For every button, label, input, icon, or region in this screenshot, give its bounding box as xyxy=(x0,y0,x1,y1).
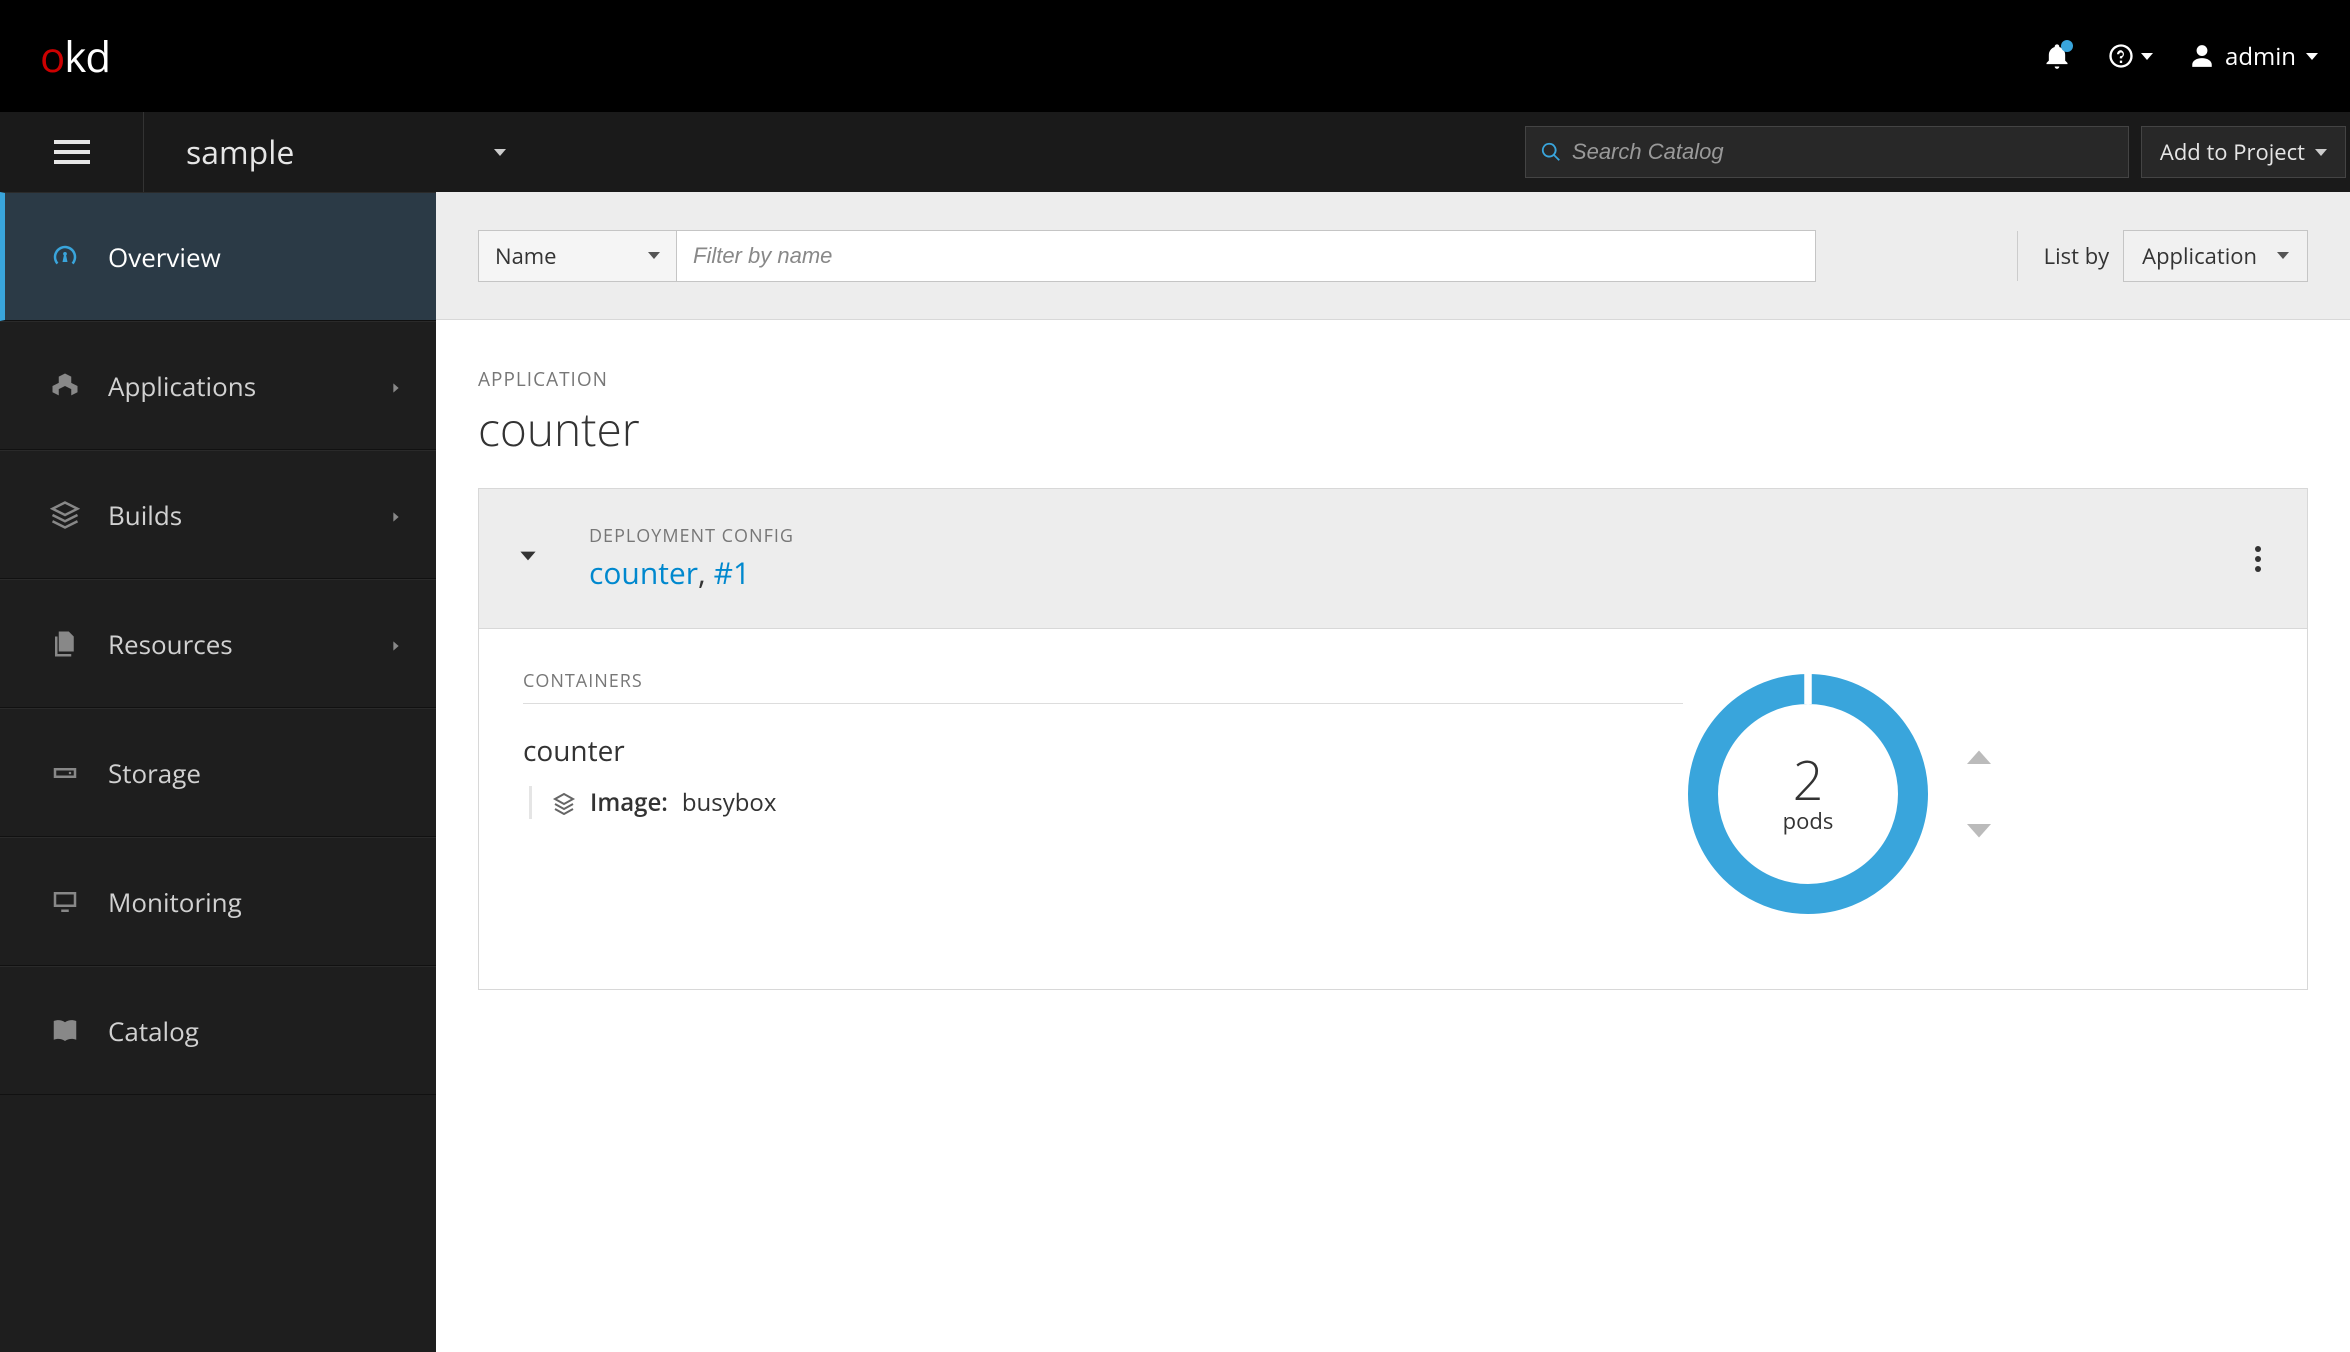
image-value: busybox xyxy=(682,786,777,819)
search-catalog[interactable] xyxy=(1525,126,2129,178)
chevron-right-icon xyxy=(388,368,404,404)
scale-up-button[interactable] xyxy=(1961,740,1997,776)
pod-donut[interactable]: 2 pods xyxy=(1683,669,1933,919)
main-content: Name List by Application APPLICATION cou… xyxy=(436,192,2350,1352)
hdd-icon xyxy=(50,758,80,788)
sidebar-item-label: Monitoring xyxy=(108,884,242,920)
chevron-down-icon xyxy=(648,252,660,259)
chevron-down-icon xyxy=(494,149,506,156)
monitor-icon xyxy=(50,887,80,917)
listby-label: List by xyxy=(2044,241,2110,271)
listby-value: Application xyxy=(2142,241,2257,271)
files-icon xyxy=(50,629,80,659)
filter-toolbar: Name List by Application xyxy=(436,192,2350,320)
deployment-card-header: DEPLOYMENT CONFIG counter, #1 xyxy=(479,489,2307,629)
chevron-down-icon xyxy=(2315,149,2327,156)
deployment-kicker: DEPLOYMENT CONFIG xyxy=(589,524,794,548)
sidebar: Overview Applications Builds Resources S… xyxy=(0,192,436,1352)
sidebar-item-catalog[interactable]: Catalog xyxy=(0,966,436,1095)
brand-logo[interactable]: okd xyxy=(40,28,110,85)
logo-letters-kd: kd xyxy=(64,28,110,85)
masthead-right: admin xyxy=(2043,40,2318,73)
help-menu[interactable] xyxy=(2107,42,2153,70)
image-row: Image: busybox xyxy=(529,786,1683,819)
containers-heading: CONTAINERS xyxy=(523,669,1683,704)
chevron-down-icon xyxy=(515,543,541,569)
image-label: Image: xyxy=(590,786,668,819)
chevron-down-icon xyxy=(2277,252,2289,259)
sidebar-item-label: Applications xyxy=(108,368,256,404)
add-to-project-button[interactable]: Add to Project xyxy=(2141,126,2346,178)
sidebar-item-storage[interactable]: Storage xyxy=(0,708,436,837)
hamburger-icon xyxy=(54,140,90,164)
username-label: admin xyxy=(2225,40,2296,73)
user-icon xyxy=(2189,43,2215,69)
logo-letter-o: o xyxy=(40,28,64,85)
sidebar-item-label: Resources xyxy=(108,626,233,662)
search-catalog-input[interactable] xyxy=(1572,139,2114,165)
sidebar-item-label: Builds xyxy=(108,497,182,533)
deployment-version-link[interactable]: #1 xyxy=(714,552,751,593)
project-selector[interactable]: sample xyxy=(144,131,506,174)
sidebar-item-label: Storage xyxy=(108,755,201,791)
scale-down-button[interactable] xyxy=(1961,812,1997,848)
book-icon xyxy=(50,1016,80,1046)
chevron-right-icon xyxy=(388,497,404,533)
sidebar-item-applications[interactable]: Applications xyxy=(0,321,436,450)
deployment-card: DEPLOYMENT CONFIG counter, #1 CONTAINERS… xyxy=(478,488,2308,990)
add-to-project-label: Add to Project xyxy=(2160,137,2305,167)
layers-icon xyxy=(50,500,80,530)
user-menu[interactable]: admin xyxy=(2189,40,2318,73)
divider xyxy=(2017,231,2018,281)
sidebar-item-label: Catalog xyxy=(108,1013,199,1049)
pod-label: pods xyxy=(1783,806,1834,836)
help-icon xyxy=(2107,42,2135,70)
chevron-right-icon xyxy=(388,626,404,662)
deployment-name-link[interactable]: counter xyxy=(589,552,698,593)
sidebar-item-monitoring[interactable]: Monitoring xyxy=(0,837,436,966)
pod-count: 2 xyxy=(1793,752,1824,806)
app-kicker: APPLICATION xyxy=(478,366,2308,392)
notifications-button[interactable] xyxy=(2043,42,2071,70)
filter-input[interactable] xyxy=(676,230,1816,282)
cubes-icon xyxy=(50,371,80,401)
chevron-down-icon xyxy=(2141,53,2153,60)
listby-select[interactable]: Application xyxy=(2123,230,2308,282)
project-name-label: sample xyxy=(186,131,294,174)
sidebar-toggle[interactable] xyxy=(0,112,144,192)
container-name: counter xyxy=(523,732,1683,770)
filter-type-label: Name xyxy=(495,241,557,271)
chevron-down-icon xyxy=(2306,53,2318,60)
deployment-title: counter, #1 xyxy=(589,552,794,593)
collapse-toggle[interactable] xyxy=(515,543,541,574)
project-bar: sample Add to Project xyxy=(0,112,2350,192)
dashboard-icon xyxy=(50,242,80,272)
app-name: counter xyxy=(478,398,2308,460)
notification-dot xyxy=(2061,40,2073,52)
image-layers-icon xyxy=(552,791,576,815)
sidebar-item-overview[interactable]: Overview xyxy=(0,192,436,321)
sidebar-item-resources[interactable]: Resources xyxy=(0,579,436,708)
masthead: okd admin xyxy=(0,0,2350,112)
sidebar-item-builds[interactable]: Builds xyxy=(0,450,436,579)
search-icon xyxy=(1540,141,1562,163)
sidebar-item-label: Overview xyxy=(108,239,221,275)
filter-type-select[interactable]: Name xyxy=(478,230,676,282)
kebab-menu[interactable] xyxy=(2245,536,2271,582)
